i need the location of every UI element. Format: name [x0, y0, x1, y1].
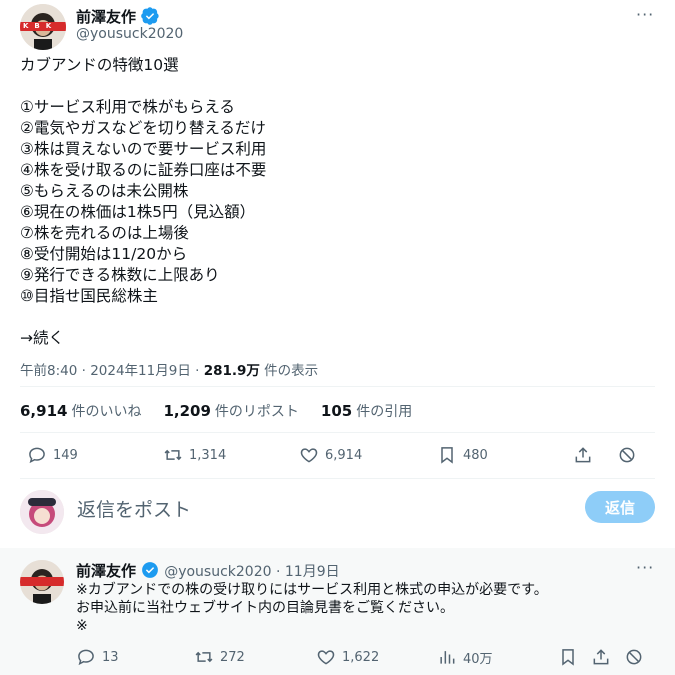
reply-reply-count: 13 — [102, 649, 119, 665]
share-icon — [593, 649, 609, 665]
reply-button[interactable]: 149 — [27, 445, 78, 465]
repost-button[interactable]: 1,314 — [163, 445, 226, 465]
heart-icon — [317, 650, 335, 665]
author-name[interactable]: 前澤友作 — [76, 8, 136, 26]
reply-author-row: 前澤友作 @yousuck2020 · 11月9日 — [76, 560, 340, 581]
bookmark-count: 480 — [463, 447, 488, 463]
repost-icon — [164, 449, 182, 461]
avatar-badge-text: KBK — [23, 22, 58, 30]
more-horizontal-icon[interactable]: ··· — [636, 558, 654, 577]
reply-icon — [78, 649, 94, 666]
quotes-label: 件の引用 — [356, 404, 413, 420]
more-horizontal-icon[interactable]: ··· — [636, 5, 654, 24]
reply-icon — [29, 447, 45, 464]
heart-icon — [300, 448, 318, 463]
grok-button[interactable] — [617, 445, 643, 465]
bar-chart-icon — [440, 651, 455, 664]
verified-badge-icon — [142, 562, 158, 578]
divider — [20, 386, 655, 387]
reply-repost-count: 272 — [220, 649, 245, 665]
likes-label: 件のいいね — [71, 404, 142, 420]
reply-author-name[interactable]: 前澤友作 — [76, 562, 136, 580]
share-icon — [575, 447, 591, 463]
repost-icon — [195, 651, 213, 663]
like-count: 6,914 — [325, 447, 363, 463]
reply-like-count: 1,622 — [342, 649, 380, 665]
bookmark-icon — [562, 649, 574, 666]
author-avatar[interactable]: KBK — [20, 4, 66, 50]
bookmark-icon — [441, 447, 453, 464]
reposts-count: 1,209 — [163, 402, 211, 420]
reply-share-button[interactable] — [591, 647, 617, 667]
tweet-meta: 午前8:40 · 2024年11月9日 · 281.9万 件の表示 — [20, 359, 318, 379]
reply-grok-button[interactable] — [624, 647, 650, 667]
engagement-stats: 6,914 件のいいね 1,209 件のリポスト 105 件の引用 — [20, 401, 412, 421]
reply-author-handle[interactable]: @yousuck2020 · 11月9日 — [164, 564, 339, 580]
divider — [20, 432, 655, 433]
reposts-label: 件のリポスト — [214, 404, 299, 420]
tweet-timestamp[interactable]: 午前8:40 · 2024年11月9日 · — [20, 363, 204, 379]
reply-like-button[interactable]: 1,622 — [316, 647, 379, 667]
slash-circle-icon — [619, 447, 635, 463]
quotes-stat[interactable]: 105 件の引用 — [321, 401, 412, 421]
reply-text: ※カブアンドでの株の受け取りにはサービス利用と株式の申込が必要です。 お申込前に… — [76, 582, 548, 634]
verified-badge-icon — [141, 7, 159, 25]
tweet-text: カブアンドの特徴10選 ①サービス利用で株がもらえる ②電気やガスなどを切り替え… — [20, 56, 267, 347]
likes-stat[interactable]: 6,914 件のいいね — [20, 401, 141, 421]
reply-author-avatar[interactable] — [20, 560, 64, 604]
views-value: 281.9万 — [203, 363, 260, 379]
author-handle[interactable]: @yousuck2020 — [76, 26, 183, 42]
reply-submit-button[interactable]: 返信 — [585, 491, 655, 523]
reply-views-button[interactable]: 40万 — [437, 647, 493, 667]
user-avatar[interactable] — [20, 490, 64, 534]
share-button[interactable] — [573, 445, 599, 465]
reply-bookmark-button[interactable] — [558, 647, 584, 667]
reposts-stat[interactable]: 1,209 件のリポスト — [163, 401, 298, 421]
repost-count: 1,314 — [189, 447, 227, 463]
reply-tweet[interactable]: 前澤友作 @yousuck2020 · 11月9日 ··· ※カブアンドでの株の… — [0, 548, 675, 675]
author-name-row: 前澤友作 — [76, 6, 159, 27]
reply-reply-button[interactable]: 13 — [76, 647, 119, 667]
bookmark-button[interactable]: 480 — [437, 445, 488, 465]
reply-input[interactable]: 返信をポスト — [77, 495, 191, 522]
divider — [20, 478, 655, 479]
like-button[interactable]: 6,914 — [299, 445, 362, 465]
slash-circle-icon — [626, 649, 642, 665]
reply-views-count: 40万 — [463, 651, 493, 667]
views-label: 件の表示 — [259, 363, 319, 379]
reply-count: 149 — [53, 447, 78, 463]
quotes-count: 105 — [320, 402, 353, 420]
likes-count: 6,914 — [20, 402, 68, 420]
reply-repost-button[interactable]: 272 — [194, 647, 245, 667]
